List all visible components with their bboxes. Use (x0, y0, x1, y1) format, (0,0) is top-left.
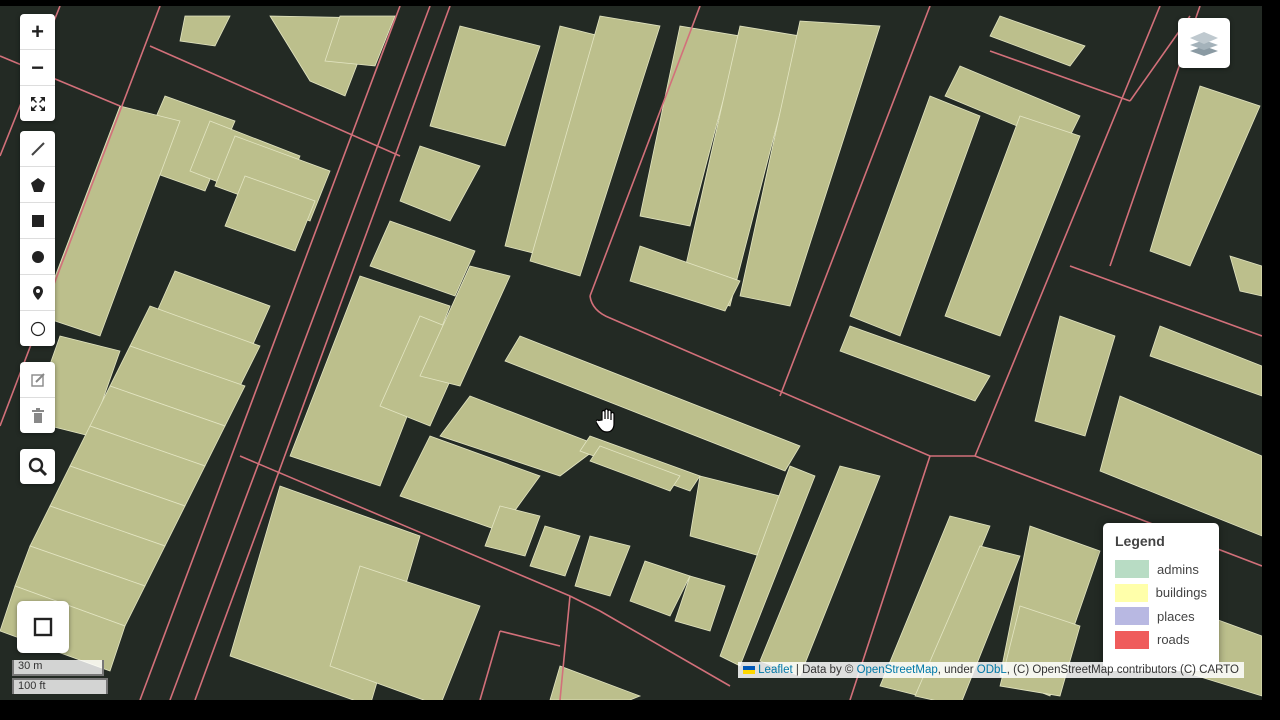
draw-marker-button[interactable] (20, 275, 55, 311)
edit-layers-icon (30, 372, 45, 387)
legend-item-admins: admins (1115, 559, 1207, 579)
draw-circlemarker-button[interactable] (20, 311, 55, 346)
leaflet-link[interactable]: Leaflet (758, 664, 793, 676)
search-icon (28, 457, 47, 476)
legend-label: roads (1157, 632, 1190, 648)
zoom-in-icon: + (31, 18, 44, 44)
legend-label: buildings (1155, 585, 1207, 601)
fullscreen-button[interactable] (20, 86, 55, 121)
layers-control-button[interactable] (1178, 18, 1230, 68)
hand-cursor-icon (595, 408, 620, 439)
zoom-out-icon: − (31, 54, 44, 80)
attribution-text: , (C) OpenStreetMap contributors (C) CAR… (1006, 664, 1239, 676)
legend-swatch (1115, 560, 1149, 578)
draw-circle-icon (31, 250, 44, 263)
search-button[interactable] (20, 449, 55, 484)
legend-swatch (1115, 630, 1149, 649)
attribution-text: , under (937, 664, 977, 676)
fullscreen-icon (30, 96, 45, 111)
basemap-tiles (0, 6, 1262, 700)
draw-circlemarker-icon (30, 321, 45, 336)
delete-layers-icon (31, 407, 44, 423)
scale-metric: 30 m (12, 660, 104, 676)
draw-circle-button[interactable] (20, 239, 55, 275)
layers-icon (1190, 32, 1218, 56)
draw-polygon-icon (30, 177, 45, 192)
legend-item-roads: roads (1115, 630, 1207, 650)
select-rectangle-icon (33, 617, 53, 637)
search-control (20, 449, 55, 484)
legend-label: places (1157, 608, 1195, 624)
zoom-control: + − (20, 14, 55, 121)
attribution-text: | Data by © (792, 664, 857, 676)
zoom-in-button[interactable]: + (20, 14, 55, 50)
legend-swatch (1115, 583, 1148, 602)
scale-imperial: 100 ft (12, 678, 108, 694)
legend: Legend admins buildings places roads (1103, 523, 1219, 671)
legend-item-buildings: buildings (1115, 583, 1207, 603)
legend-title: Legend (1115, 533, 1165, 549)
edit-layers-button[interactable] (20, 362, 55, 398)
legend-item-places: places (1115, 606, 1207, 626)
delete-layers-button[interactable] (20, 398, 55, 433)
draw-rectangle-icon (31, 214, 44, 227)
draw-rectangle-button[interactable] (20, 203, 55, 239)
draw-rectangle-select-button[interactable] (17, 601, 69, 653)
odbl-link[interactable]: ODbL (977, 664, 1007, 676)
map-canvas[interactable]: + − Legend admins buildings places roads… (0, 6, 1262, 700)
legend-swatch (1115, 607, 1149, 626)
draw-polyline-icon (30, 141, 45, 156)
osm-link[interactable]: OpenStreetMap (857, 664, 938, 676)
zoom-out-button[interactable]: − (20, 50, 55, 86)
legend-label: admins (1157, 561, 1199, 577)
leaflet-flag-icon (743, 665, 756, 674)
draw-polyline-button[interactable] (20, 131, 55, 167)
edit-toolbar (20, 362, 55, 433)
draw-polygon-button[interactable] (20, 167, 55, 203)
buildings-layer (0, 15, 1262, 700)
draw-marker-icon (32, 285, 43, 300)
draw-toolbar (20, 131, 55, 346)
attribution: Leaflet | Data by © OpenStreetMap, under… (738, 662, 1244, 678)
